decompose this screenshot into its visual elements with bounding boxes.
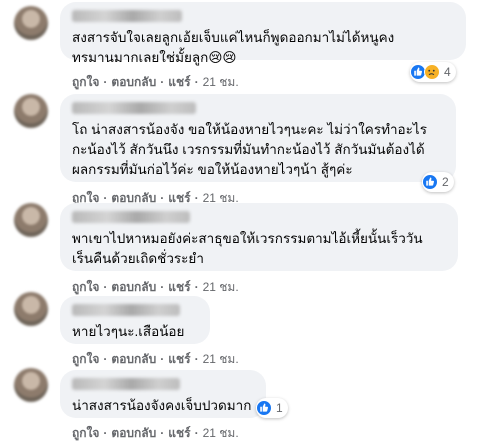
share-button[interactable]: แชร์ bbox=[168, 73, 190, 92]
comment-bubble: พาเขาไปหาหมอยังค่ะสาธุขอให้เวรกรรมตามไอ้… bbox=[60, 203, 458, 271]
reply-button[interactable]: ตอบกลับ bbox=[111, 350, 156, 369]
comment-author-name[interactable] bbox=[72, 304, 180, 316]
like-icon bbox=[256, 400, 272, 416]
comment-text: น่าสงสารน้องจังคงเจ็บปวดมาก bbox=[72, 398, 252, 413]
reaction-summary[interactable]: 4 bbox=[410, 62, 456, 82]
reply-button[interactable]: ตอบกลับ bbox=[111, 424, 156, 442]
comment-actions: ถูกใจ · ตอบกลับ · แชร์ · 21 ชม. bbox=[72, 350, 239, 369]
avatar[interactable] bbox=[14, 368, 48, 402]
reply-button[interactable]: ตอบกลับ bbox=[111, 73, 156, 92]
comment-bubble: น่าสงสารน้องจังคงเจ็บปวดมาก bbox=[60, 370, 266, 418]
comment-actions: ถูกใจ · ตอบกลับ · แชร์ · 21 ชม. bbox=[72, 278, 239, 297]
like-button[interactable]: ถูกใจ bbox=[72, 278, 99, 297]
reaction-count: 4 bbox=[444, 65, 451, 79]
comment-author-name[interactable] bbox=[72, 378, 180, 390]
comment-bubble: สงสารจับใจเลยลูกเอ้ยเจ็บแค่ไหนก็พูดออกมา… bbox=[60, 2, 466, 65]
comment-author-name[interactable] bbox=[72, 10, 182, 22]
comment-text: พาเขาไปหาหมอยังค่ะสาธุขอให้เวรกรรมตามไอ้… bbox=[72, 231, 423, 266]
like-button[interactable]: ถูกใจ bbox=[72, 350, 99, 369]
comment-timestamp[interactable]: 21 ชม. bbox=[203, 278, 239, 297]
avatar[interactable] bbox=[14, 6, 48, 40]
comment-author-name[interactable] bbox=[72, 211, 190, 223]
reaction-count: 2 bbox=[442, 175, 449, 189]
comment-timestamp[interactable]: 21 ชม. bbox=[203, 350, 239, 369]
comment-timestamp[interactable]: 21 ชม. bbox=[203, 424, 239, 442]
share-button[interactable]: แชร์ bbox=[168, 278, 190, 297]
comment-actions: ถูกใจ · ตอบกลับ · แชร์ · 21 ชม. bbox=[72, 73, 239, 92]
comment-text: สงสารจับใจเลยลูกเอ้ยเจ็บแค่ไหนก็พูดออกมา… bbox=[72, 30, 395, 65]
share-button[interactable]: แชร์ bbox=[168, 424, 190, 442]
like-button[interactable]: ถูกใจ bbox=[72, 73, 99, 92]
comment-text: หายไวๆนะ.เสือน้อย bbox=[72, 324, 185, 339]
comment-bubble: โถ น่าสงสารน้องจัง ขอให้น้องหายไวๆนะคะ ไ… bbox=[60, 94, 456, 182]
avatar[interactable] bbox=[14, 292, 48, 326]
reaction-summary[interactable]: 2 bbox=[422, 172, 454, 192]
avatar[interactable] bbox=[14, 203, 48, 237]
like-button[interactable]: ถูกใจ bbox=[72, 424, 99, 442]
share-button[interactable]: แชร์ bbox=[168, 350, 190, 369]
avatar[interactable] bbox=[14, 94, 48, 128]
comment-author-name[interactable] bbox=[72, 102, 196, 114]
like-icon bbox=[422, 174, 438, 190]
comment-actions: ถูกใจ · ตอบกลับ · แชร์ · 21 ชม. bbox=[72, 424, 239, 442]
comment-text: โถ น่าสงสารน้องจัง ขอให้น้องหายไวๆนะคะ ไ… bbox=[72, 122, 427, 177]
comment-bubble: หายไวๆนะ.เสือน้อย bbox=[60, 296, 210, 344]
reply-button[interactable]: ตอบกลับ bbox=[111, 278, 156, 297]
reaction-summary[interactable]: 1 bbox=[256, 398, 288, 418]
reaction-count: 1 bbox=[276, 401, 283, 415]
comment-timestamp[interactable]: 21 ชม. bbox=[203, 73, 239, 92]
sad-icon bbox=[424, 64, 440, 80]
